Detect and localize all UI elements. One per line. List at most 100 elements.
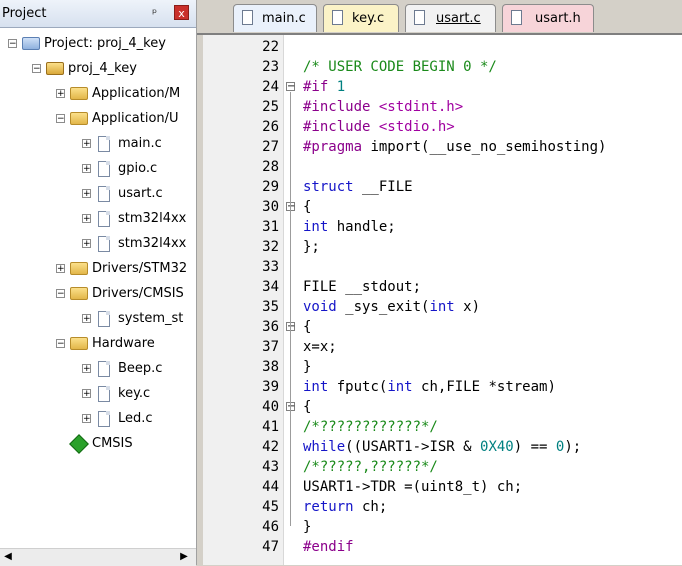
file-icon [414, 10, 425, 25]
code-line[interactable]: 37 x=x; [203, 337, 682, 357]
line-number: 26 [262, 119, 279, 135]
tab-main-c[interactable]: main.c [233, 4, 317, 32]
expand-icon[interactable]: + [82, 414, 91, 424]
tree-item-label[interactable]: proj_4_key [68, 58, 137, 80]
line-number: 24 [262, 79, 279, 95]
code-line[interactable]: 27 #pragma import(__use_no_semihosting) [203, 137, 682, 157]
tree-item-label[interactable]: CMSIS [92, 433, 133, 455]
tree-item-label[interactable]: Hardware [92, 333, 155, 355]
code-text: #pragma import(__use_no_semihosting) [303, 139, 607, 155]
line-number: 38 [262, 359, 279, 375]
code-text: { [303, 199, 312, 215]
code-line[interactable]: 26 #include <stdio.h> [203, 117, 682, 137]
tab-usart-c[interactable]: usart.c [405, 4, 496, 32]
expand-icon[interactable]: + [82, 239, 91, 249]
expand-icon[interactable]: + [82, 189, 91, 199]
project-panel-title: Project [2, 6, 47, 21]
tree-item-label[interactable]: Application/U [92, 108, 179, 130]
scroll-right-icon[interactable]: ▶ [178, 551, 190, 563]
code-text: void _sys_exit(int x) [303, 299, 481, 315]
code-line[interactable]: 38} [203, 357, 682, 377]
code-text: /* USER CODE BEGIN 0 */ [303, 59, 497, 75]
code-text: }; [303, 239, 320, 255]
line-number: 31 [262, 219, 279, 235]
code-line[interactable]: 31 int handle; [203, 217, 682, 237]
code-line[interactable]: 44 USART1->TDR =(uint8_t) ch; [203, 477, 682, 497]
horizontal-scrollbar[interactable]: ◀ ▶ [0, 548, 196, 566]
collapse-icon[interactable]: − [32, 64, 41, 74]
expand-icon[interactable]: + [56, 89, 65, 99]
tree-item-label[interactable]: system_st [118, 308, 183, 330]
line-number: 43 [262, 459, 279, 475]
file-icon [98, 311, 110, 327]
expand-icon[interactable]: + [82, 364, 91, 374]
code-line[interactable]: 23 /* USER CODE BEGIN 0 */ [203, 57, 682, 77]
code-line[interactable]: 25 #include <stdint.h> [203, 97, 682, 117]
line-number: 36 [262, 319, 279, 335]
close-panel-button[interactable]: x [174, 5, 189, 20]
code-line[interactable]: 46} [203, 517, 682, 537]
line-number: 34 [262, 279, 279, 295]
tab-key-c[interactable]: key.c [323, 4, 399, 32]
target-icon [46, 62, 64, 75]
file-icon [98, 236, 110, 252]
code-text: #include <stdio.h> [303, 119, 455, 135]
code-line[interactable]: 41 /*????????????*/ [203, 417, 682, 437]
tree-item-label[interactable]: usart.c [118, 183, 163, 205]
code-line[interactable]: 34 FILE __stdout; [203, 277, 682, 297]
fold-toggle-icon[interactable]: − [286, 82, 295, 92]
tree-item-label[interactable]: main.c [118, 133, 162, 155]
expand-icon[interactable]: + [82, 139, 91, 149]
tree-item-label[interactable]: stm32l4xx [118, 208, 186, 230]
expand-icon[interactable]: + [82, 389, 91, 399]
code-line[interactable]: 29 struct __FILE [203, 177, 682, 197]
file-icon [98, 161, 110, 177]
line-number: 33 [262, 259, 279, 275]
collapse-icon[interactable]: − [56, 114, 65, 124]
code-line[interactable]: 33 [203, 257, 682, 277]
code-line[interactable]: 40−{ [203, 397, 682, 417]
code-text: { [303, 399, 312, 415]
code-line[interactable]: 43 /*?????,??????*/ [203, 457, 682, 477]
tree-item-label[interactable]: stm32l4xx [118, 233, 186, 255]
code-line[interactable]: 22 [203, 37, 682, 57]
line-number: 28 [262, 159, 279, 175]
code-editor[interactable]: 22 23 /* USER CODE BEGIN 0 */ 24− #if 1 25 #in… [203, 35, 682, 565]
collapse-icon[interactable]: − [8, 39, 17, 49]
project-panel: Project ᵖ x − Project: proj_4_key − proj_4_… [0, 0, 197, 566]
code-line[interactable]: 36−{ [203, 317, 682, 337]
tree-item-label[interactable]: Project: proj_4_key [44, 33, 166, 55]
code-line[interactable]: 39 int fputc(int ch,FILE *stream) [203, 377, 682, 397]
tree-item-label[interactable]: Drivers/CMSIS [92, 283, 184, 305]
code-line[interactable]: 28 [203, 157, 682, 177]
tree-item-label[interactable]: Drivers/STM32 [92, 258, 187, 280]
code-line[interactable]: 47 #endif [203, 537, 682, 557]
code-text: } [303, 519, 312, 535]
code-line[interactable]: 24− #if 1 [203, 77, 682, 97]
code-line[interactable]: 32}; [203, 237, 682, 257]
code-line[interactable]: 42 while((USART1->ISR & 0X40) == 0); [203, 437, 682, 457]
line-number: 37 [262, 339, 279, 355]
code-text: FILE __stdout; [303, 279, 422, 295]
fold-guide-line [290, 412, 291, 526]
tree-item-label[interactable]: Beep.c [118, 358, 162, 380]
tab-usart-h[interactable]: usart.h [502, 4, 594, 32]
file-icon [98, 136, 110, 152]
tree-item-label[interactable]: Led.c [118, 408, 153, 430]
collapse-icon[interactable]: − [56, 339, 65, 349]
code-line[interactable]: 45 return ch; [203, 497, 682, 517]
expand-icon[interactable]: + [82, 164, 91, 174]
tree-item-label[interactable]: Application/M [92, 83, 180, 105]
tree-item-label[interactable]: gpio.c [118, 158, 157, 180]
expand-icon[interactable]: + [56, 264, 65, 274]
collapse-icon[interactable]: − [56, 289, 65, 299]
file-icon [98, 186, 110, 202]
scroll-left-icon[interactable]: ◀ [2, 551, 14, 563]
expand-icon[interactable]: + [82, 214, 91, 224]
code-line[interactable]: 30−{ [203, 197, 682, 217]
tab-label: usart.h [535, 11, 581, 26]
expand-icon[interactable]: + [82, 314, 91, 324]
tree-item-label[interactable]: key.c [118, 383, 150, 405]
pin-icon[interactable]: ᵖ [152, 6, 157, 20]
code-line[interactable]: 35 void _sys_exit(int x) [203, 297, 682, 317]
